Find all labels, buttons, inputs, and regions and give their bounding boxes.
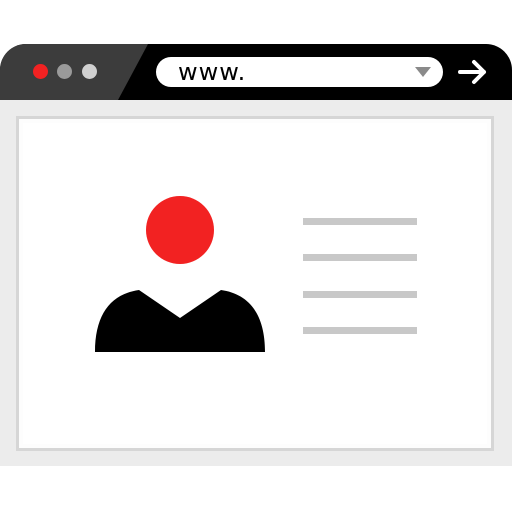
- minimize-window-icon[interactable]: [57, 64, 72, 79]
- browser-toolbar: www.: [0, 44, 512, 100]
- chevron-down-icon[interactable]: [415, 67, 431, 77]
- profile-detail-line: [303, 254, 417, 261]
- window-controls-panel: [0, 44, 148, 100]
- close-window-icon[interactable]: [33, 64, 48, 79]
- profile-detail-line: [303, 327, 417, 334]
- avatar-head: [146, 196, 214, 264]
- address-text: www.: [178, 58, 247, 86]
- maximize-window-icon[interactable]: [82, 64, 97, 79]
- app-icon-canvas: www.: [0, 0, 512, 512]
- profile-detail-line: [303, 291, 417, 298]
- address-bar[interactable]: www.: [156, 57, 443, 87]
- user-avatar-icon: [95, 196, 265, 352]
- profile-detail-line: [303, 218, 417, 225]
- avatar-body: [95, 290, 265, 352]
- arrow-right-icon[interactable]: [458, 58, 488, 86]
